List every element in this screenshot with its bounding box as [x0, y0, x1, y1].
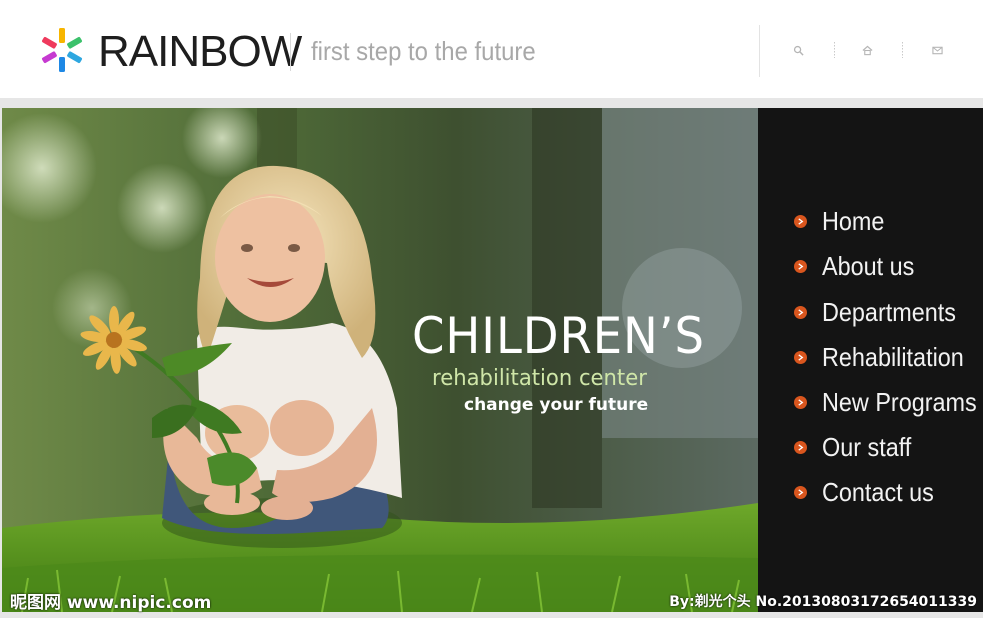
rainbow-logo-icon[interactable] — [38, 26, 86, 74]
nav-item-contact-us[interactable]: Contact us — [794, 477, 946, 507]
hero-subtitle: rehabilitation center — [432, 366, 647, 391]
arrow-bullet-icon — [794, 440, 807, 454]
nav-label: Home — [822, 206, 885, 236]
nav-item-home[interactable]: Home — [794, 206, 891, 236]
hero-banner: CHILDREN’S rehabilitation center change … — [2, 108, 758, 612]
search-button[interactable] — [790, 42, 806, 58]
arrow-bullet-icon — [794, 259, 807, 273]
tool-separator — [834, 42, 835, 58]
nav-label: Departments — [822, 297, 956, 327]
nav-label: New Programs — [822, 387, 977, 417]
nav-label: Rehabilitation — [822, 342, 964, 372]
nav-item-our-staff[interactable]: Our staff — [794, 432, 921, 462]
arrow-bullet-icon — [794, 214, 807, 228]
mail-button[interactable] — [929, 42, 945, 58]
nav-item-departments[interactable]: Departments — [794, 297, 971, 327]
brand-name[interactable]: RAINBOW — [98, 28, 302, 76]
nav-label: Contact us — [822, 477, 934, 507]
watermark-site: 昵图网 www.nipic.com — [10, 593, 212, 613]
page: RAINBOW first step to the future CHILDRE… — [0, 0, 985, 618]
tagline: first step to the future — [311, 36, 536, 66]
arrow-bullet-icon — [794, 485, 807, 499]
hero-title: CHILDREN’S — [412, 307, 705, 365]
arrow-bullet-icon — [794, 305, 807, 319]
arrow-bullet-icon — [794, 350, 807, 364]
nav-item-new-programs[interactable]: New Programs — [794, 387, 985, 417]
hero-slogan: change your future — [464, 395, 649, 415]
arrow-bullet-icon — [794, 395, 807, 409]
nav-label: Our staff — [822, 432, 912, 462]
nav-item-rehabilitation[interactable]: Rehabilitation — [794, 342, 980, 372]
header-bottom-strip — [2, 98, 983, 108]
watermark-id: By:剃光个头 No.20130803172654011339 — [669, 594, 977, 610]
search-icon — [793, 45, 804, 56]
home-button[interactable] — [859, 42, 875, 58]
tool-separator — [902, 42, 903, 58]
main-navigation: Home About us Departments Rehabilitation… — [758, 108, 983, 612]
home-icon — [862, 45, 872, 55]
mail-icon — [931, 46, 943, 54]
header-divider — [290, 33, 291, 71]
nav-item-about-us[interactable]: About us — [794, 251, 925, 281]
tools-divider — [759, 25, 760, 77]
nav-label: About us — [822, 251, 915, 281]
header: RAINBOW first step to the future — [2, 0, 983, 98]
